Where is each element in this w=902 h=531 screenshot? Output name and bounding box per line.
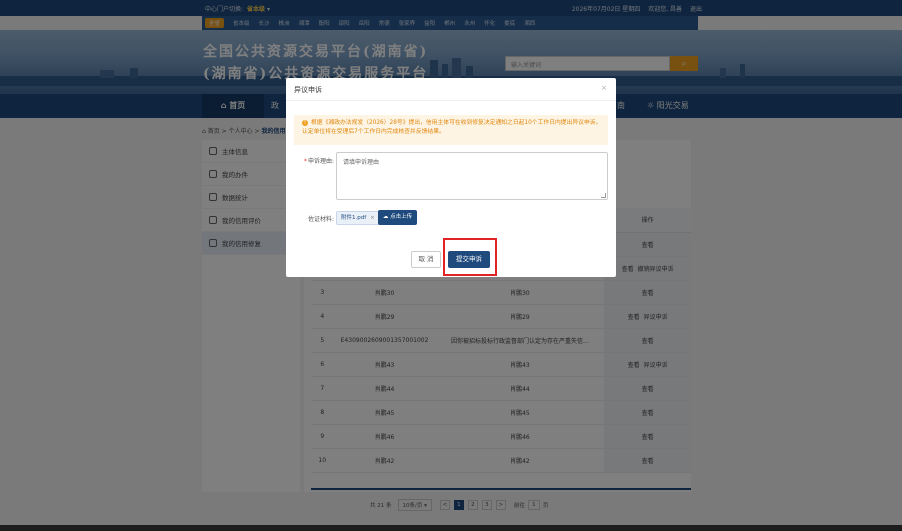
cancel-button[interactable]: 取 消 [411,251,441,268]
upload-button[interactable]: ☁ 点击上传 [378,210,417,225]
submit-highlight-box [443,238,497,276]
attached-file[interactable]: 附件1.pdf × [336,211,380,225]
remove-file-icon[interactable]: × [370,215,375,221]
reason-textarea[interactable]: 请填申诉理由 [336,152,608,200]
dialog-divider [286,100,616,101]
material-label: 佐证材料: [307,216,334,223]
dialog-title: 异议申诉 [294,86,322,94]
resize-handle-icon[interactable] [601,193,606,198]
warning-icon: ! [302,119,308,126]
close-icon[interactable]: × [601,84,607,92]
cloud-upload-icon: ☁ [382,214,389,220]
reason-label: *申诉理由: [303,158,334,165]
notice-box: ! 根据《湘政办法规发（2026）28号》提出，信用主体可在收到修复决定通知之日起… [294,115,608,145]
notice-text: 根据《湘政办法规发（2026）28号》提出，信用主体可在收到修复决定通知之日起1… [302,120,602,135]
